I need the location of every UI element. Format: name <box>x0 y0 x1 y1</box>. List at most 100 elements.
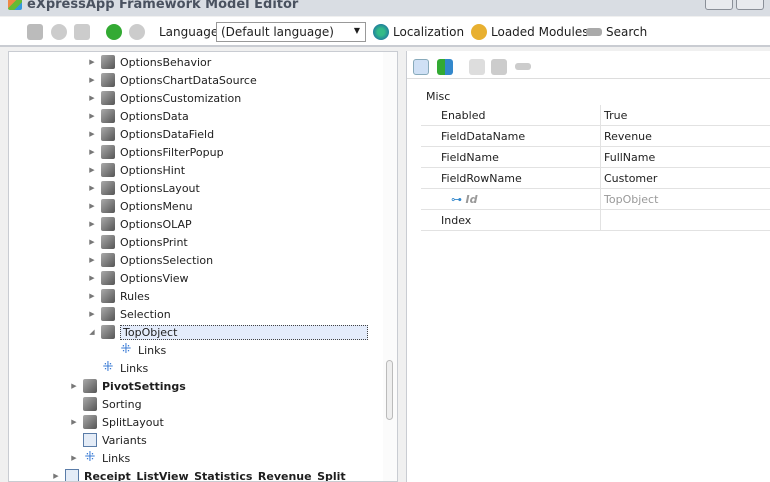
expand-arrow-icon[interactable]: ▶ <box>69 418 79 426</box>
tree-node[interactable]: ▶ OptionsMenu <box>87 197 193 215</box>
expand-arrow-icon[interactable]: ▶ <box>87 148 97 156</box>
property-name-text: Id <box>465 193 478 206</box>
tree-node[interactable]: ▶ OptionsBehavior <box>87 53 211 71</box>
expand-arrow-icon[interactable]: ▶ <box>87 220 97 228</box>
expand-arrow-icon[interactable]: ▶ <box>87 76 97 84</box>
expand-arrow-icon[interactable]: ▶ <box>87 112 97 120</box>
tree-node[interactable]: ▶ OptionsData <box>87 107 189 125</box>
expand-arrow-icon[interactable]: ▶ <box>69 382 79 390</box>
expand-arrow-icon[interactable]: ▶ <box>87 94 97 102</box>
tree-node[interactable]: ▶ Receipt_ListView_Statistics_Revenue_Spl… <box>51 467 346 481</box>
cube-icon <box>101 199 115 213</box>
tree-scrollbar[interactable] <box>383 52 397 481</box>
property-value[interactable]: FullName <box>601 147 655 167</box>
cube-icon <box>101 325 115 339</box>
tree-node[interactable]: ⁜ Links <box>105 341 167 359</box>
property-name-text: FieldDataName <box>441 130 526 143</box>
expand-arrow-icon[interactable]: ▶ <box>69 454 79 462</box>
undo-icon[interactable] <box>469 59 485 75</box>
expand-arrow-icon[interactable]: ▶ <box>87 130 97 138</box>
property-row[interactable]: FieldRowName Customer <box>421 168 770 189</box>
tree-node[interactable]: ▶ Selection <box>87 305 171 323</box>
tree-node[interactable]: ▶ OptionsLayout <box>87 179 200 197</box>
tree-node[interactable]: ▶ OptionsHint <box>87 161 185 179</box>
property-value[interactable] <box>601 210 604 230</box>
tree-node[interactable]: ▶ OptionsDataField <box>87 125 214 143</box>
tree-node[interactable]: Variants <box>69 431 147 449</box>
localization-button[interactable]: Localization <box>373 23 464 41</box>
expand-arrow-icon[interactable]: ▶ <box>87 58 97 66</box>
cube-icon <box>101 271 115 285</box>
tree-node-label: OptionsSelection <box>120 253 214 267</box>
property-name-text: FieldRowName <box>441 172 522 185</box>
merge-icon[interactable] <box>74 24 90 40</box>
tree-node[interactable]: ▶ OptionsView <box>87 269 189 287</box>
property-row[interactable]: ⊶ Id TopObject <box>421 189 770 210</box>
tree-node-label: Links <box>120 361 149 375</box>
property-grid: Misc Enabled True FieldDataName Revenue Fiel… <box>407 87 770 231</box>
categorized-icon[interactable] <box>413 59 429 75</box>
tree-node[interactable]: ▶ OptionsChartDataSource <box>87 71 257 89</box>
refresh-icon[interactable] <box>51 24 67 40</box>
expand-arrow-icon[interactable]: ▶ <box>87 292 97 300</box>
property-row[interactable]: Index <box>421 210 770 231</box>
tree-node[interactable]: ▶ SplitLayout <box>69 413 164 431</box>
tree-node[interactable]: ▶ PivotSettings <box>69 377 186 395</box>
tree-node[interactable]: ▶ OptionsSelection <box>87 251 213 269</box>
property-row[interactable]: FieldDataName Revenue <box>421 126 770 147</box>
back-icon[interactable] <box>106 24 122 40</box>
language-label: Language <box>159 25 219 39</box>
cube-icon <box>101 55 115 69</box>
expand-arrow-icon[interactable]: ▶ <box>87 166 97 174</box>
scrollbar-thumb[interactable] <box>386 360 393 420</box>
tree-node[interactable]: ◢ TopObject <box>87 323 368 341</box>
toolbar: Language (Default language) ▼ Localizatio… <box>0 17 770 47</box>
property-name: FieldDataName <box>421 126 601 146</box>
tree-node-label: OptionsCustomization <box>120 91 242 105</box>
property-value[interactable]: Customer <box>601 168 657 188</box>
tree-node-label: OptionsOLAP <box>120 217 192 231</box>
search-button[interactable]: Search <box>586 23 647 41</box>
property-name-text: Index <box>441 214 472 227</box>
tree-node[interactable]: ▶ ⁜ Links <box>69 449 130 467</box>
cube-icon <box>101 73 115 87</box>
expand-arrow-icon[interactable]: ▶ <box>87 184 97 192</box>
model-tree[interactable]: ▶ OptionsBehavior ▶ OptionsChartDataSource ▶… <box>8 51 398 482</box>
links-icon: ⁜ <box>102 360 114 375</box>
maximize-button[interactable] <box>736 0 764 10</box>
tree-node[interactable]: ▶ OptionsPrint <box>87 233 188 251</box>
tree-node[interactable]: ⁜ Links <box>87 359 149 377</box>
minimize-button[interactable] <box>705 0 733 10</box>
sort-az-icon[interactable] <box>437 59 453 75</box>
expand-arrow-icon[interactable]: ▶ <box>87 274 97 282</box>
tree-node-label: SplitLayout <box>102 415 164 429</box>
loaded-modules-button[interactable]: Loaded Modules <box>471 23 589 41</box>
property-value[interactable]: Revenue <box>601 126 652 146</box>
tree-node[interactable]: ▶ OptionsOLAP <box>87 215 192 233</box>
property-grid-panel: Misc Enabled True FieldDataName Revenue Fiel… <box>406 51 770 482</box>
cube-icon <box>101 307 115 321</box>
expand-arrow-icon[interactable]: ▶ <box>87 202 97 210</box>
language-select[interactable]: (Default language) ▼ <box>216 22 366 42</box>
tree-node-label: Rules <box>120 289 150 303</box>
save-icon[interactable] <box>27 24 43 40</box>
expanded-arrow-icon[interactable]: ◢ <box>87 328 97 336</box>
tree-node[interactable]: ▶ OptionsFilterPopup <box>87 143 224 161</box>
forward-icon[interactable] <box>129 24 145 40</box>
tree-node[interactable]: Sorting <box>69 395 142 413</box>
property-value[interactable]: True <box>601 105 627 125</box>
property-row[interactable]: FieldName FullName <box>421 147 770 168</box>
globe-icon <box>373 24 389 40</box>
expand-arrow-icon[interactable]: ▶ <box>87 310 97 318</box>
expand-arrow-icon[interactable]: ▶ <box>87 256 97 264</box>
property-row[interactable]: Enabled True <box>421 105 770 126</box>
property-name: FieldRowName <box>421 168 601 188</box>
tree-node[interactable]: ▶ OptionsCustomization <box>87 89 241 107</box>
cube-icon <box>83 415 97 429</box>
tree-node-label: OptionsData <box>120 109 189 123</box>
grid-icon[interactable] <box>491 59 507 75</box>
link-icon[interactable] <box>515 63 531 70</box>
expand-arrow-icon[interactable]: ▶ <box>51 472 61 480</box>
tree-node[interactable]: ▶ Rules <box>87 287 150 305</box>
expand-arrow-icon[interactable]: ▶ <box>87 238 97 246</box>
